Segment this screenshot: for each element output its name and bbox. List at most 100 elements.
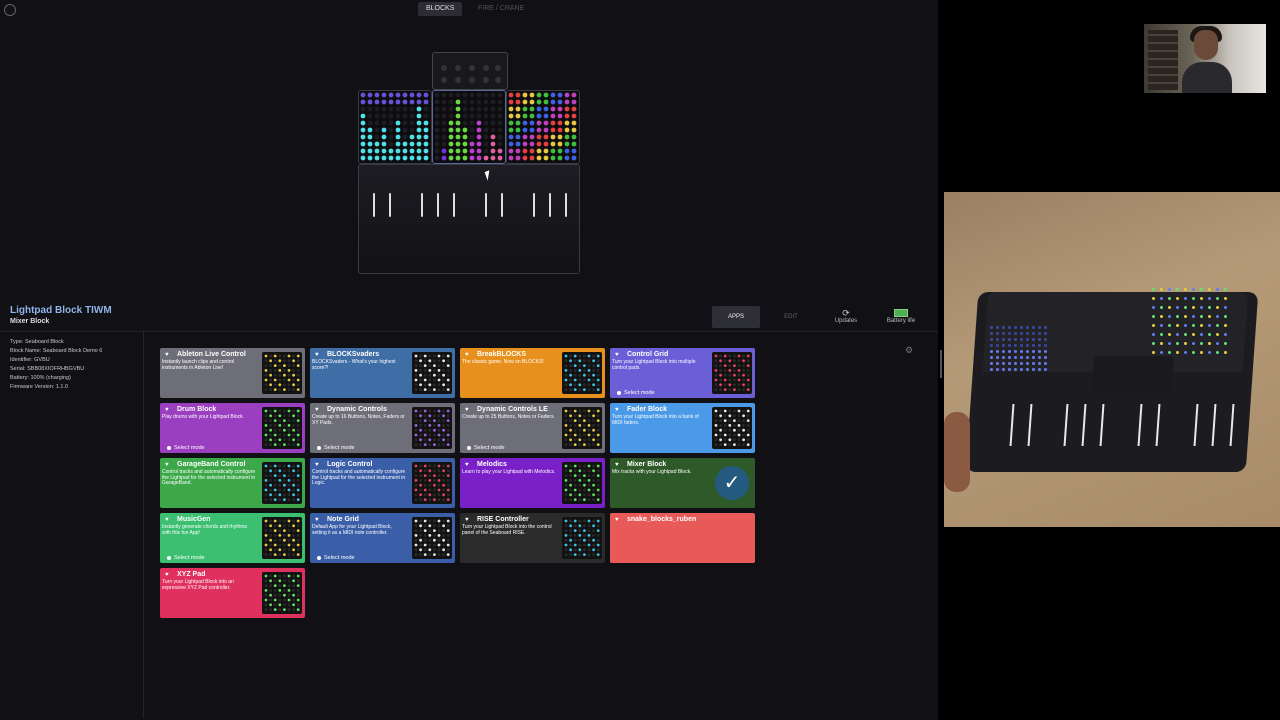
control-block[interactable]	[432, 52, 508, 90]
select-mode-link[interactable]: Select mode	[467, 445, 505, 451]
device-topology-view	[358, 52, 580, 274]
app-description: Create up to 25 Buttons, Notes or Faders…	[462, 414, 555, 420]
app-thumbnail	[412, 352, 452, 394]
favorite-heart-icon[interactable]: ♥	[615, 407, 619, 413]
select-mode-link[interactable]: Select mode	[317, 445, 355, 451]
app-description: Default App for your Lightpad Block, set…	[312, 524, 392, 536]
lightpad-left[interactable]	[358, 90, 432, 164]
app-title: Note Grid	[327, 516, 359, 523]
app-title: Fader Block	[627, 406, 668, 413]
select-mode-link[interactable]: Select mode	[167, 445, 205, 451]
favorite-heart-icon[interactable]: ♥	[465, 462, 469, 468]
favorite-heart-icon[interactable]: ♥	[315, 407, 319, 413]
apps-button[interactable]: APPS	[712, 306, 760, 328]
favorite-heart-icon[interactable]: ♥	[615, 462, 619, 468]
edit-button[interactable]: EDIT	[767, 306, 815, 328]
app-title: BreakBLOCKS	[477, 351, 527, 358]
tab-blocks[interactable]: BLOCKS	[418, 2, 463, 16]
control-button[interactable]	[483, 65, 489, 71]
app-description: Instantly generate chords and rhythms wi…	[162, 524, 248, 536]
favorite-heart-icon[interactable]: ♥	[165, 572, 169, 578]
favorite-heart-icon[interactable]: ♥	[165, 517, 169, 523]
updates-button[interactable]: ⟳ Updates	[822, 306, 870, 328]
favorite-heart-icon[interactable]: ♥	[315, 352, 319, 358]
control-button[interactable]	[455, 77, 461, 83]
top-bar: BLOCKS FIRE / CRANE	[0, 0, 938, 20]
scrollbar[interactable]	[940, 350, 942, 378]
favorite-heart-icon[interactable]: ♥	[465, 407, 469, 413]
app-card[interactable]: ♥ Dynamic Controls LE Create up to 25 Butt…	[460, 403, 605, 453]
app-card[interactable]: ♥ BreakBLOCKS The classic game. Now on BLO…	[460, 348, 605, 398]
lightpad-center[interactable]	[432, 90, 506, 164]
app-thumbnail	[412, 517, 452, 559]
favorite-heart-icon[interactable]: ♥	[315, 462, 319, 468]
app-card[interactable]: ♥ Drum Block Play drums with your Lightpad…	[160, 403, 305, 453]
info-firmware: Firmware Version: 1.1.0	[10, 384, 69, 390]
favorite-heart-icon[interactable]: ♥	[465, 352, 469, 358]
app-card[interactable]: ♥ Fader Block Turn your Lightpad Block int…	[610, 403, 755, 453]
favorite-heart-icon[interactable]: ♥	[165, 407, 169, 413]
battery-button[interactable]: Battery life	[877, 306, 925, 328]
control-button[interactable]	[469, 77, 475, 83]
app-title: XYZ Pad	[177, 571, 206, 578]
app-description: Control tracks and automatically configu…	[312, 469, 406, 486]
info-serial: Serial: SBB08XIOFRHBGVBU	[10, 366, 85, 372]
control-button[interactable]	[441, 65, 447, 71]
tab-fire-crane[interactable]: FIRE / CRANE	[470, 2, 532, 16]
app-card[interactable]: ♥ Mixer Block Mix tracks with your Lightpa…	[610, 458, 755, 508]
app-thumbnail	[412, 462, 452, 504]
control-button[interactable]	[455, 65, 461, 71]
favorite-heart-icon[interactable]: ♥	[315, 517, 319, 523]
control-button[interactable]	[495, 77, 501, 83]
app-card[interactable]: ♥ BLOCKSvaders BLOCKSvaders - What's your …	[310, 348, 455, 398]
control-button[interactable]	[483, 77, 489, 83]
webcam-presenter-feed	[1144, 24, 1266, 93]
select-mode-link[interactable]: Select mode	[317, 555, 355, 561]
app-card[interactable]: ♥ Dynamic Controls Create up to 16 Buttons…	[310, 403, 455, 453]
app-title: Logic Control	[327, 461, 373, 468]
app-card[interactable]: ♥ MusicGen Instantly generate chords and r…	[160, 513, 305, 563]
lightpad-right[interactable]	[506, 90, 580, 164]
checkmark-icon: ✓	[715, 466, 749, 500]
app-description: Play drums with your Lightpad Block.	[162, 414, 244, 420]
app-description: Instantly launch clips and control instr…	[162, 359, 235, 371]
select-mode-link[interactable]: Select mode	[617, 390, 655, 396]
gear-icon[interactable]: ⚙	[905, 345, 913, 356]
favorite-heart-icon[interactable]: ♥	[615, 352, 619, 358]
app-description: Turn your Lightpad Block into an express…	[162, 579, 234, 591]
info-block-name: Block Name: Seaboard Block Demo 6	[10, 348, 103, 354]
battery-icon	[894, 309, 908, 317]
app-title: Mixer Block	[627, 461, 667, 468]
block-info-list: Type: Seaboard Block Block Name: Seaboar…	[10, 338, 102, 392]
app-thumbnail	[562, 517, 602, 559]
selected-block-title: Lightpad Block TIWM	[10, 305, 112, 316]
app-thumbnail	[562, 462, 602, 504]
favorite-heart-icon[interactable]: ♥	[165, 352, 169, 358]
app-card[interactable]: ♥ snake_blocks_ruben	[610, 513, 755, 563]
favorite-heart-icon[interactable]: ♥	[165, 462, 169, 468]
control-button[interactable]	[495, 65, 501, 71]
app-card[interactable]: ♥ XYZ Pad Turn your Lightpad Block into an…	[160, 568, 305, 618]
favorite-heart-icon[interactable]: ♥	[465, 517, 469, 523]
app-description: The classic game. Now on BLOCKS!	[462, 359, 544, 365]
app-title: snake_blocks_ruben	[627, 516, 697, 523]
app-description: Turn your Lightpad Block into a bank of …	[612, 414, 699, 426]
app-card[interactable]: ♥ Ableton Live Control Instantly launch cl…	[160, 348, 305, 398]
app-card[interactable]: ♥ Logic Control Control tracks and automat…	[310, 458, 455, 508]
app-thumbnail	[412, 407, 452, 449]
select-mode-link[interactable]: Select mode	[167, 555, 205, 561]
app-thumbnail	[262, 352, 302, 394]
app-title: Drum Block	[177, 406, 217, 413]
app-title: MusicGen	[177, 516, 211, 523]
seaboard-block[interactable]	[358, 164, 580, 274]
app-card[interactable]: ♥ Control Grid Turn your Lightpad Block in…	[610, 348, 755, 398]
app-card[interactable]: ♥ Note Grid Default App for your Lightpad …	[310, 513, 455, 563]
favorite-heart-icon[interactable]: ♥	[615, 517, 619, 523]
app-card[interactable]: ♥ RISE Controller Turn your Lightpad Block…	[460, 513, 605, 563]
app-card[interactable]: ♥ Melodics Learn to play your Lightpad wit…	[460, 458, 605, 508]
roli-logo-icon	[4, 4, 16, 16]
control-button[interactable]	[469, 65, 475, 71]
control-button[interactable]	[441, 77, 447, 83]
app-card[interactable]: ♥ GarageBand Control Control tracks and au…	[160, 458, 305, 508]
app-thumbnail	[262, 407, 302, 449]
